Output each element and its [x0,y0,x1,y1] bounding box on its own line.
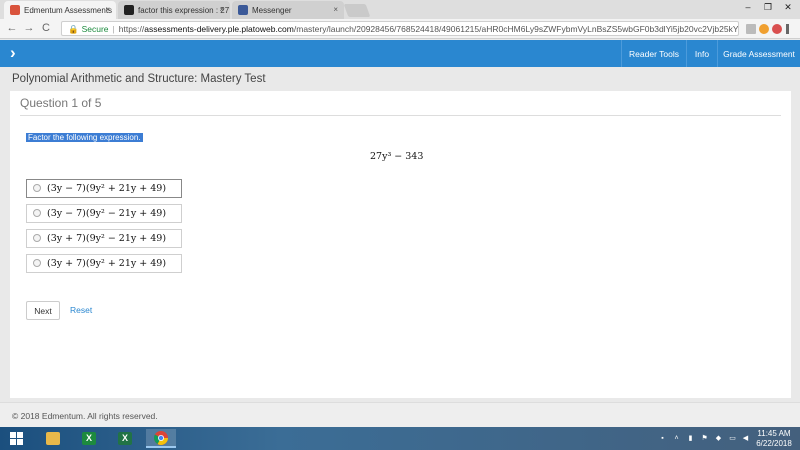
menu-icon[interactable] [786,24,789,34]
tab-title: Messenger [252,6,292,15]
address-bar-row: ← → C 🔒 Secure | https://assessments-delive… [0,19,800,39]
restore-icon[interactable]: ❐ [758,2,778,13]
tab-title: Edmentum Assessments [24,6,113,15]
url-host: assessments-delivery.ple.platoweb.com [144,24,294,34]
radio-button[interactable] [33,209,41,217]
answer-option[interactable]: (3y + 7)(9y² + 21y + 49) [26,254,182,273]
separator: | [112,24,115,34]
minimize-icon[interactable]: – [738,2,758,12]
answer-option-label: (3y − 7)(9y² + 21y + 49) [47,183,167,194]
close-icon[interactable]: × [333,5,338,14]
system-clock[interactable]: 11:45 AM 6/22/2018 [752,429,796,449]
url-input[interactable]: 🔒 Secure | https://assessments-delivery.ple… [61,21,739,36]
info-button[interactable]: Info [686,40,717,67]
url-scheme: https:// [118,24,145,34]
answer-option[interactable]: (3y + 7)(9y² − 21y + 49) [26,229,182,248]
copyright-text: © 2018 Edmentum. All rights reserved. [12,411,158,421]
radio-button[interactable] [33,184,41,192]
facebook-favicon-icon [238,5,248,15]
reader-tools-button[interactable]: Reader Tools [621,40,686,67]
flag-icon[interactable]: ⚑ [700,435,709,443]
excel-icon: X [118,432,132,445]
extension-icon[interactable] [759,24,769,34]
edmentum-favicon-icon [10,5,20,15]
browser-tab-bar: Edmentum Assessments × factor this expre… [0,0,800,19]
page-title: Polynomial Arithmetic and Structure: Mas… [12,73,266,85]
question-panel: Question 1 of 5 Factor the following exp… [10,91,791,398]
star-icon[interactable] [746,24,756,34]
excel-2007-button[interactable]: X [74,429,104,448]
reset-link[interactable]: Reset [70,305,92,315]
network-icon[interactable]: ▮ [686,435,695,443]
file-explorer-button[interactable] [38,429,68,448]
app-header: › Reader Tools Info Grade Assessment [0,40,800,67]
chevron-up-icon[interactable]: ˄ [672,435,681,443]
reload-icon[interactable]: C [39,22,53,34]
clock-time: 11:45 AM [757,429,791,438]
start-button[interactable] [2,429,32,448]
clock-date: 6/22/2018 [756,439,792,448]
url-path: /mastery/launch/20928456/768524418/49061… [293,24,739,34]
extension-icon[interactable] [772,24,782,34]
back-icon[interactable]: ← [5,22,19,34]
answer-option[interactable]: (3y − 7)(9y² + 21y + 49) [26,179,182,198]
close-window-icon[interactable]: ✕ [778,2,798,13]
answer-option[interactable]: (3y − 7)(9y² − 21y + 49) [26,204,182,223]
answer-option-label: (3y + 7)(9y² − 21y + 49) [47,233,167,244]
volume-icon[interactable]: ◀ [741,435,750,443]
excel-icon: X [82,432,96,445]
lock-icon: 🔒 [68,24,79,34]
grade-assessment-button[interactable]: Grade Assessment [717,40,800,67]
folder-icon [46,432,60,445]
chrome-icon [154,431,168,445]
radio-button[interactable] [33,234,41,242]
brainly-favicon-icon [124,5,134,15]
divider [20,115,781,116]
close-icon[interactable]: × [219,5,224,14]
tab-messenger[interactable]: Messenger × [232,1,344,19]
next-button[interactable]: Next [26,301,60,320]
chrome-button[interactable] [146,429,176,448]
footer: © 2018 Edmentum. All rights reserved. [0,402,800,427]
question-header: Question 1 of 5 [20,96,102,110]
close-icon[interactable]: × [105,5,110,14]
windows-logo-icon [10,432,23,445]
taskbar: X X ▪ ˄ ▮ ⚑ ◆ ▭ ◀ 11:45 AM 6/22/2018 [0,427,800,450]
question-prompt: Factor the following expression. [26,133,143,142]
chevron-right-icon[interactable]: › [10,43,16,63]
radio-button[interactable] [33,259,41,267]
people-icon[interactable]: ▪ [658,435,667,443]
answer-option-label: (3y − 7)(9y² − 21y + 49) [47,208,167,219]
excel-button[interactable]: X [110,429,140,448]
antivirus-icon[interactable]: ◆ [714,435,723,443]
new-tab-button[interactable] [343,4,371,17]
question-expression: 27y³ − 343 [370,151,424,162]
tab-edmentum-assessments[interactable]: Edmentum Assessments × [4,1,116,19]
secure-label: Secure [81,24,109,34]
battery-icon[interactable]: ▭ [728,435,737,443]
answer-option-label: (3y + 7)(9y² + 21y + 49) [47,258,167,269]
forward-icon[interactable]: → [22,22,36,34]
tab-factor-expression[interactable]: factor this expression : 27 × [118,1,230,19]
tab-title: factor this expression : 27 [138,6,230,15]
